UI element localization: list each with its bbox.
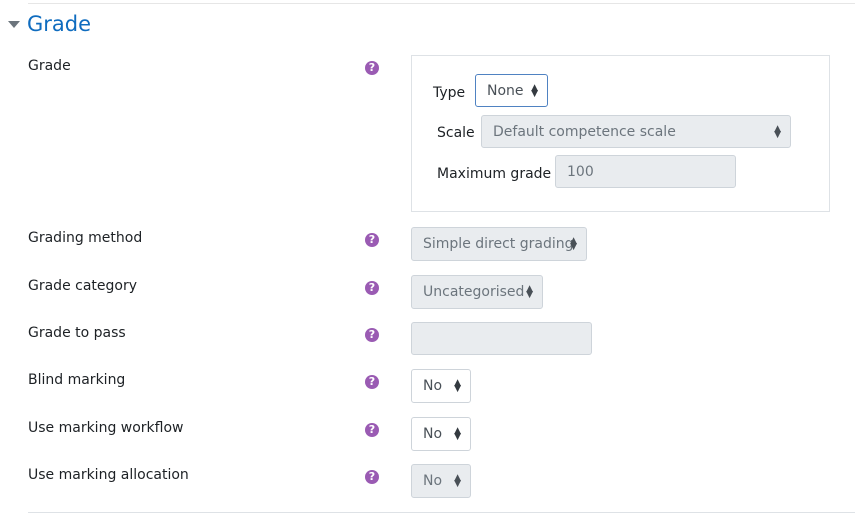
sort-arrows-icon: ▲ ▼ [531, 82, 538, 99]
section-title: Grade [27, 12, 92, 36]
marking-allocation-select[interactable]: No ▲ ▼ [411, 464, 471, 498]
question-circle-icon[interactable]: ? [365, 61, 379, 75]
sort-arrows-icon: ▲ ▼ [454, 378, 461, 394]
grade-to-pass-label: Grade to pass [28, 325, 126, 341]
grade-category-label: Grade category [28, 278, 138, 294]
grade-category-select[interactable]: Uncategorised ▲ ▼ [411, 275, 543, 309]
blind-marking-label: Blind marking [28, 372, 126, 388]
sort-arrows-icon: ▲ ▼ [774, 123, 781, 140]
question-circle-icon[interactable]: ? [365, 328, 379, 342]
caret-down-icon[interactable] [8, 20, 20, 28]
marking-allocation-label: Use marking allocation [28, 467, 189, 483]
grade-type-value: None [487, 82, 524, 99]
grade-to-pass-input[interactable] [411, 322, 592, 355]
marking-workflow-value: No [423, 426, 443, 442]
type-label: Type [433, 85, 466, 101]
scale-value: Default competence scale [493, 123, 676, 140]
marking-workflow-select[interactable]: No ▲ ▼ [411, 417, 471, 451]
grade-type-select[interactable]: None ▲ ▼ [475, 74, 548, 107]
sort-arrows-icon: ▲ ▼ [526, 284, 533, 300]
maximum-grade-label: Maximum grade [437, 166, 552, 182]
question-circle-icon[interactable]: ? [365, 375, 379, 389]
sort-arrows-icon: ▲ ▼ [570, 236, 577, 252]
maximum-grade-input[interactable]: 100 [555, 155, 736, 188]
grade-category-value: Uncategorised [423, 284, 525, 300]
scale-select[interactable]: Default competence scale ▲ ▼ [481, 115, 791, 148]
top-divider [28, 3, 855, 4]
sort-arrows-icon: ▲ ▼ [454, 473, 461, 489]
question-circle-icon[interactable]: ? [365, 233, 379, 247]
bottom-divider [28, 512, 855, 513]
grade-label: Grade [28, 58, 71, 74]
grading-method-select[interactable]: Simple direct grading ▲ ▼ [411, 227, 587, 261]
scale-label: Scale [437, 125, 475, 141]
section-header-grade[interactable]: Grade [8, 12, 91, 36]
grading-method-label: Grading method [28, 230, 143, 246]
blind-marking-value: No [423, 378, 443, 394]
question-circle-icon[interactable]: ? [365, 470, 379, 484]
marking-allocation-value: No [423, 473, 443, 489]
question-circle-icon[interactable]: ? [365, 281, 379, 295]
marking-workflow-label: Use marking workflow [28, 420, 184, 436]
question-circle-icon[interactable]: ? [365, 423, 379, 437]
sort-arrows-icon: ▲ ▼ [454, 426, 461, 442]
grade-panel: Type None ▲ ▼ Scale Default competence sc… [411, 55, 830, 212]
grading-method-value: Simple direct grading [423, 236, 574, 252]
blind-marking-select[interactable]: No ▲ ▼ [411, 369, 471, 403]
maximum-grade-value: 100 [567, 163, 594, 180]
